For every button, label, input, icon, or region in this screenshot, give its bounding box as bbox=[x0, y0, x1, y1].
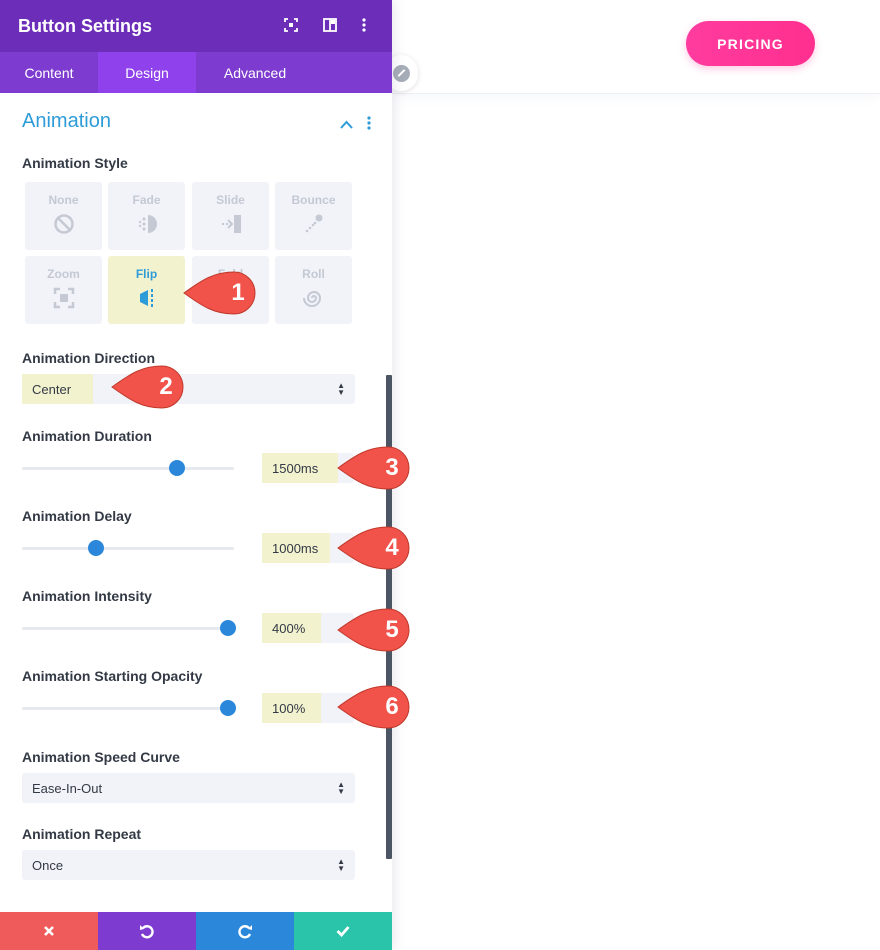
panel-title: Button Settings bbox=[18, 15, 152, 36]
undo-icon bbox=[140, 925, 154, 939]
callout-number: 1 bbox=[231, 279, 245, 306]
input-value: 1000ms bbox=[262, 533, 330, 563]
opacity-slider[interactable] bbox=[22, 700, 236, 716]
redo-button[interactable] bbox=[196, 912, 294, 950]
close-icon bbox=[44, 926, 54, 936]
tab-advanced[interactable]: Advanced bbox=[196, 52, 314, 93]
style-option-bounce[interactable]: Bounce bbox=[275, 182, 352, 250]
zoom-icon bbox=[53, 287, 75, 314]
fullscreen-icon[interactable] bbox=[283, 17, 299, 33]
callout-marker-4: 4 bbox=[336, 525, 414, 571]
save-button[interactable] bbox=[294, 912, 392, 950]
panel-header: Button Settings bbox=[0, 0, 392, 52]
roll-icon bbox=[302, 287, 325, 314]
select-value: Center bbox=[22, 374, 93, 404]
animation-duration-label: Animation Duration bbox=[22, 428, 152, 444]
tab-bar: Content Design Advanced bbox=[0, 52, 392, 93]
speed-curve-select[interactable]: Ease-In-Out ▲ ▼ bbox=[22, 773, 355, 803]
section-title[interactable]: Animation bbox=[22, 110, 111, 133]
callout-number: 5 bbox=[385, 616, 399, 643]
style-option-flip[interactable]: Flip bbox=[108, 256, 185, 324]
repeat-select[interactable]: Once ▲ ▼ bbox=[22, 850, 355, 880]
callout-marker-5: 5 bbox=[336, 607, 414, 653]
panel-footer bbox=[0, 912, 392, 950]
select-arrows-icon: ▲ ▼ bbox=[337, 857, 345, 873]
style-option-none[interactable]: None bbox=[25, 182, 102, 250]
select-arrows-icon: ▲ ▼ bbox=[337, 780, 345, 796]
redo-icon bbox=[238, 925, 252, 939]
animation-style-label: Animation Style bbox=[22, 155, 128, 171]
slide-icon bbox=[219, 213, 243, 240]
chevron-up-icon[interactable] bbox=[340, 116, 353, 134]
animation-repeat-label: Animation Repeat bbox=[22, 826, 142, 842]
style-option-label: Bounce bbox=[291, 193, 336, 207]
fade-icon bbox=[136, 213, 158, 240]
tab-content[interactable]: Content bbox=[0, 52, 98, 93]
slider-thumb[interactable] bbox=[88, 540, 105, 556]
callout-number: 2 bbox=[159, 373, 173, 400]
duration-slider[interactable] bbox=[22, 460, 234, 476]
flip-icon bbox=[136, 287, 158, 314]
pricing-button[interactable]: PRICING bbox=[686, 21, 815, 66]
callout-marker-6: 6 bbox=[336, 684, 414, 730]
delay-slider[interactable] bbox=[22, 540, 234, 556]
slider-thumb[interactable] bbox=[219, 700, 236, 716]
collapse-icon bbox=[393, 64, 410, 82]
style-option-label: Fade bbox=[132, 193, 161, 207]
settings-panel: Button Settings Content Design Advanced … bbox=[0, 0, 392, 950]
style-option-label: Slide bbox=[216, 193, 245, 207]
callout-marker-1: 1 bbox=[182, 270, 260, 316]
style-option-label: Roll bbox=[302, 267, 325, 281]
discard-button[interactable] bbox=[0, 912, 98, 950]
animation-opacity-label: Animation Starting Opacity bbox=[22, 668, 203, 684]
select-arrows-icon: ▲ ▼ bbox=[337, 381, 345, 397]
tab-design[interactable]: Design bbox=[98, 52, 196, 93]
callout-marker-2: 2 bbox=[110, 364, 188, 410]
check-icon bbox=[336, 926, 350, 937]
style-option-label: None bbox=[48, 193, 79, 207]
select-value: Ease-In-Out bbox=[32, 780, 103, 796]
more-options-icon[interactable] bbox=[356, 17, 372, 33]
input-value: 400% bbox=[262, 613, 321, 643]
callout-number: 4 bbox=[385, 534, 399, 561]
intensity-slider[interactable] bbox=[22, 620, 236, 636]
style-option-roll[interactable]: Roll bbox=[275, 256, 352, 324]
section-menu-icon[interactable] bbox=[367, 116, 371, 135]
select-value: Once bbox=[32, 857, 64, 873]
style-option-label: Zoom bbox=[47, 267, 80, 281]
undo-button[interactable] bbox=[98, 912, 196, 950]
callout-marker-3: 3 bbox=[336, 445, 414, 491]
callout-number: 6 bbox=[385, 693, 399, 720]
slider-thumb[interactable] bbox=[219, 620, 236, 636]
input-value: 100% bbox=[262, 693, 321, 723]
animation-speed-curve-label: Animation Speed Curve bbox=[22, 749, 180, 765]
animation-direction-select[interactable]: Center ▲ ▼ bbox=[22, 374, 355, 404]
style-option-slide[interactable]: Slide bbox=[192, 182, 269, 250]
input-value: 1500ms bbox=[262, 453, 338, 483]
slider-thumb[interactable] bbox=[168, 460, 185, 476]
split-view-icon[interactable] bbox=[322, 17, 338, 33]
style-option-label: Flip bbox=[135, 267, 158, 281]
bounce-icon bbox=[302, 213, 326, 240]
style-option-zoom[interactable]: Zoom bbox=[25, 256, 102, 324]
animation-intensity-label: Animation Intensity bbox=[22, 588, 152, 604]
callout-number: 3 bbox=[385, 454, 399, 481]
style-option-fade[interactable]: Fade bbox=[108, 182, 185, 250]
none-icon bbox=[53, 213, 75, 240]
animation-delay-label: Animation Delay bbox=[22, 508, 132, 524]
